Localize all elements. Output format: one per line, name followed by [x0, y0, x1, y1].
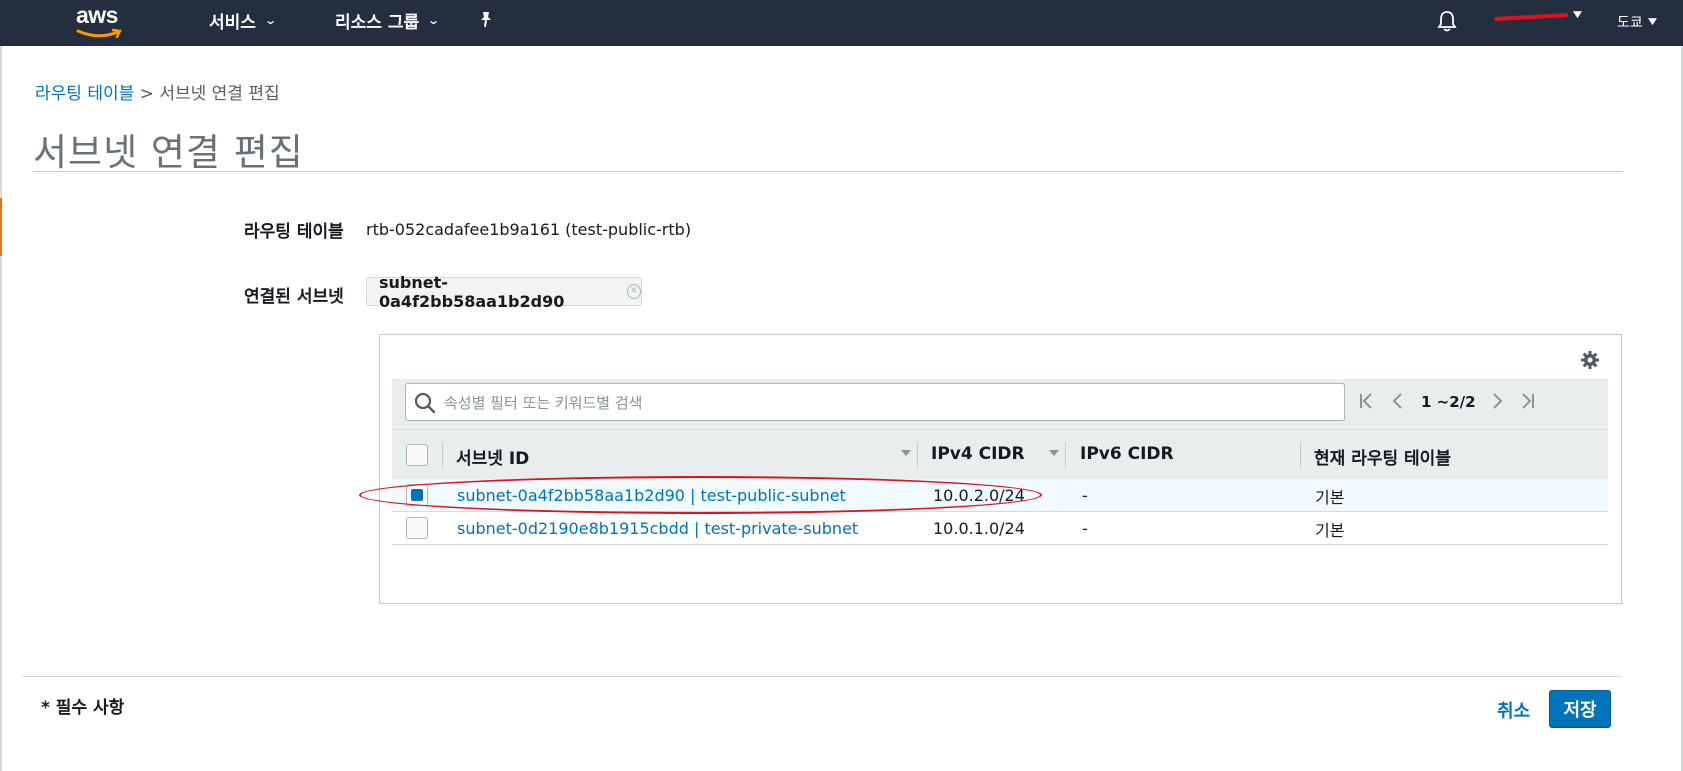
table-row[interactable]: subnet-0d2190e8b1915cbdd | test-private-… — [392, 512, 1608, 545]
aws-logo[interactable]: aws — [76, 2, 128, 40]
breadcrumb-route-tables-link[interactable]: 라우팅 테이블 — [35, 84, 134, 104]
first-page-icon[interactable] — [1358, 392, 1374, 415]
left-edge-divider — [0, 46, 2, 771]
chevron-down-icon: ▼ — [1647, 17, 1657, 27]
column-separator — [1300, 442, 1301, 468]
search-icon — [414, 392, 436, 414]
route-table-label: 라우팅 테이블 — [244, 222, 344, 242]
ipv4-cidr-cell: 10.0.1.0/24 — [933, 519, 1025, 538]
redacted-account-name — [1493, 13, 1569, 21]
cancel-button[interactable]: 취소 — [1497, 697, 1530, 723]
pagination-text: 1 ~2/2 — [1421, 393, 1476, 411]
footer-divider — [22, 676, 1622, 677]
save-button[interactable]: 저장 — [1549, 690, 1611, 728]
subnet-link[interactable]: subnet-0d2190e8b1915cbdd | test-private-… — [457, 519, 858, 538]
aws-smile-icon — [76, 28, 122, 39]
select-all-checkbox[interactable] — [406, 444, 428, 466]
chevron-down-icon: ⌄ — [264, 14, 277, 27]
close-icon[interactable]: ✕ — [626, 284, 641, 299]
column-header-ipv6-cidr[interactable]: IPv6 CIDR — [1080, 444, 1174, 464]
column-separator — [442, 442, 443, 468]
table-header: 서브넷 ID IPv4 CIDR IPv6 CIDR 현재 라우팅 테이블 — [392, 429, 1608, 479]
aws-logo-text: aws — [76, 2, 118, 28]
associated-subnet-chip-label: subnet-0a4f2bb58aa1b2d90 — [379, 272, 565, 311]
region-label: 도쿄 — [1617, 15, 1643, 31]
page-title: 서브넷 연결 편집 — [33, 131, 304, 174]
last-page-icon[interactable] — [1520, 392, 1536, 415]
resource-groups-menu[interactable]: 리소스 그룹 ⌄ — [335, 8, 441, 33]
gear-icon[interactable] — [1580, 350, 1600, 370]
route-table-cell: 기본 — [1315, 488, 1345, 507]
search-box[interactable] — [405, 383, 1345, 421]
account-menu[interactable]: ▼ — [1493, 10, 1582, 21]
column-separator — [1065, 442, 1066, 468]
search-input[interactable] — [442, 388, 1326, 418]
bell-icon[interactable] — [1437, 10, 1457, 32]
column-header-current-route-table[interactable]: 현재 라우팅 테이블 — [1314, 444, 1451, 469]
chevron-down-icon: ▼ — [1572, 10, 1582, 20]
resource-groups-label: 리소스 그룹 — [335, 13, 420, 33]
column-header-subnet-id[interactable]: 서브넷 ID — [456, 444, 529, 469]
region-menu[interactable]: 도쿄 ▼ — [1617, 12, 1657, 32]
previous-page-icon[interactable] — [1391, 392, 1403, 415]
breadcrumb: 라우팅 테이블 > 서브넷 연결 편집 — [35, 79, 280, 104]
breadcrumb-separator: > — [139, 84, 154, 104]
ipv6-cidr-cell: - — [1082, 486, 1088, 505]
required-note: * 필수 사항 — [41, 698, 125, 718]
sort-caret-icon[interactable] — [1049, 450, 1059, 456]
column-header-ipv4-cidr[interactable]: IPv4 CIDR — [931, 444, 1025, 464]
row-checkbox[interactable] — [406, 517, 428, 539]
breadcrumb-current: 서브넷 연결 편집 — [159, 84, 280, 104]
column-separator — [917, 442, 918, 468]
associated-subnets-label: 연결된 서브넷 — [244, 287, 344, 307]
route-table-cell: 기본 — [1315, 521, 1345, 540]
chevron-down-icon: ⌄ — [427, 14, 441, 27]
pin-icon[interactable] — [478, 11, 494, 29]
sort-caret-icon[interactable] — [901, 450, 911, 456]
annotation-ellipse — [359, 476, 1042, 514]
route-table-value: rtb-052cadafee1b9a161 (test-public-rtb) — [366, 220, 692, 239]
associated-subnet-chip: subnet-0a4f2bb58aa1b2d90 ✕ — [366, 273, 642, 311]
top-nav: aws 서비스 ⌄ 리소스 그룹 ⌄ ▼ 도쿄 ▼ — [0, 0, 1683, 46]
ipv6-cidr-cell: - — [1082, 519, 1088, 538]
services-menu[interactable]: 서비스 ⌄ — [209, 8, 277, 33]
title-divider — [33, 171, 1623, 172]
next-page-icon[interactable] — [1492, 392, 1504, 415]
services-label: 서비스 — [209, 13, 256, 33]
left-edge-accent — [0, 198, 2, 256]
